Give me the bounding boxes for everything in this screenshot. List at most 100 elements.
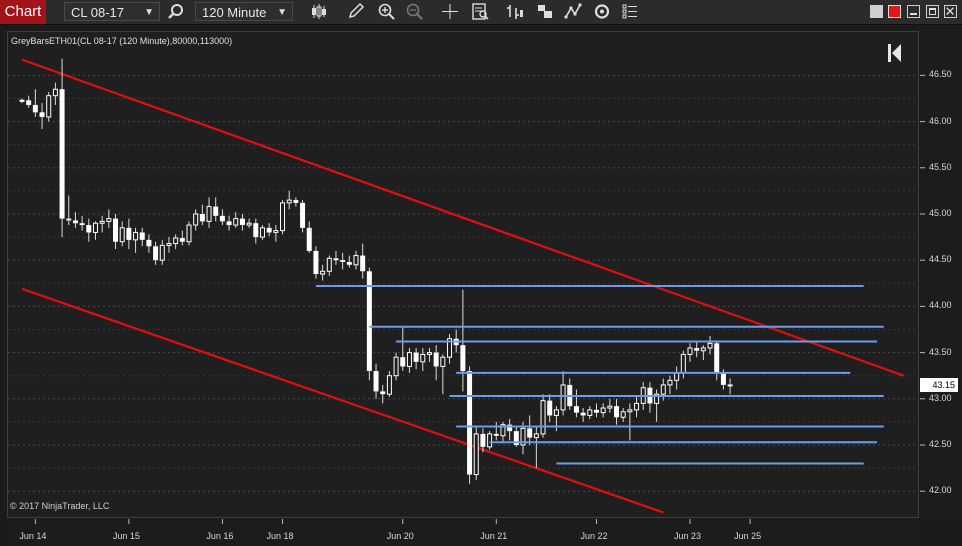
- candle-body-down: [413, 352, 419, 362]
- copyright-label: © 2017 NinjaTrader, LLC: [10, 501, 110, 511]
- candle-body-up: [353, 255, 359, 266]
- candle-body-up: [52, 88, 58, 97]
- price-tick-label: 42.00: [929, 485, 952, 496]
- candle-body-down: [460, 345, 466, 372]
- candle-body-up: [426, 352, 432, 355]
- candle-body-up: [533, 433, 539, 439]
- candle-body-up: [420, 353, 426, 363]
- candle-body-up: [600, 407, 606, 414]
- candle-body-up: [320, 270, 326, 275]
- candle-body-up: [159, 244, 165, 261]
- candle-body-down: [333, 258, 339, 261]
- price-tick-label: 46.50: [929, 69, 952, 80]
- candle-body-down: [547, 400, 553, 416]
- last-price-marker: 43.15: [920, 377, 958, 392]
- candle-body-up: [674, 372, 680, 381]
- candle-body-down: [126, 227, 132, 240]
- candle-body-down: [59, 89, 65, 219]
- candle-body-up: [106, 218, 112, 222]
- candle-body-down: [380, 391, 386, 395]
- candle-body-up: [119, 227, 125, 243]
- candle-body-up: [233, 218, 239, 226]
- candle-body-down: [199, 213, 205, 222]
- candle-body-down: [179, 237, 185, 242]
- candle-body-up: [166, 243, 172, 246]
- scroll-to-start-button[interactable]: [886, 42, 904, 64]
- candle-body-up: [553, 409, 559, 416]
- candle-body-up: [406, 352, 412, 367]
- grid-lines: [8, 74, 925, 524]
- candle-body-up: [707, 342, 713, 349]
- candle-body-up: [186, 224, 192, 243]
- candle-body-up: [99, 220, 105, 224]
- candle-body-up: [19, 99, 25, 102]
- candle-body-down: [219, 215, 225, 222]
- candle-body-up: [259, 227, 265, 238]
- candle-body-up: [620, 411, 626, 418]
- time-tick-label: Jun 14: [19, 531, 47, 541]
- time-tick-label: Jun 20: [386, 531, 414, 541]
- candle-body-down: [253, 223, 259, 238]
- candle-body-down: [26, 100, 32, 105]
- candle-body-down: [313, 250, 319, 275]
- candle-body-down: [306, 227, 312, 251]
- candles: [19, 58, 733, 484]
- candle-body-up: [680, 353, 686, 374]
- skip-to-end-icon: [888, 44, 901, 62]
- candle-body-up: [440, 356, 446, 367]
- candle-body-down: [720, 372, 726, 385]
- candle-body-down: [239, 218, 245, 226]
- candle-body-up: [627, 409, 633, 413]
- candle-body-down: [373, 371, 379, 392]
- candle-body-down: [39, 112, 45, 117]
- candle-body-up: [660, 384, 666, 395]
- candle-body-up: [246, 222, 252, 226]
- candle-body-up: [473, 433, 479, 476]
- level-lines: [315, 285, 884, 465]
- time-tick-label: Jun 21: [480, 531, 508, 541]
- candle-body-up: [133, 231, 139, 241]
- candle-body-down: [580, 412, 586, 416]
- candle-body-up: [540, 400, 546, 435]
- candle-body-up: [687, 347, 693, 355]
- price-tick-label: 45.00: [929, 207, 952, 218]
- candle-body-down: [433, 352, 439, 367]
- candle-body-down: [714, 343, 720, 373]
- candle-body-up: [326, 257, 332, 272]
- candle-body-down: [400, 357, 406, 367]
- candle-body-down: [480, 433, 486, 447]
- candle-body-up: [273, 230, 279, 233]
- candle-body-down: [467, 371, 473, 475]
- time-tick-label: Jun 23: [674, 531, 702, 541]
- time-tick-label: Jun 15: [112, 531, 140, 541]
- candle-body-up: [393, 356, 399, 377]
- price-chart: [8, 58, 925, 524]
- candle-body-down: [139, 232, 145, 240]
- candle-body-up: [386, 375, 392, 395]
- candle-body-down: [153, 246, 159, 261]
- candle-body-up: [46, 95, 52, 118]
- candle-body-down: [340, 260, 346, 263]
- candle-body-up: [173, 237, 179, 245]
- candle-body-down: [213, 206, 219, 216]
- candle-body-down: [113, 218, 119, 242]
- candle-body-down: [32, 104, 38, 113]
- candle-body-down: [66, 218, 72, 221]
- candle-body-down: [146, 239, 152, 247]
- candle-body-up: [193, 213, 199, 226]
- candle-body-down: [79, 223, 85, 226]
- time-tick-label: Jun 22: [580, 531, 608, 541]
- indicator-label: GreyBarsETH01(CL 08-17 (120 Minute),8000…: [11, 36, 233, 46]
- candle-body-down: [614, 406, 620, 418]
- candle-body-down: [300, 202, 306, 228]
- price-tick-label: 44.00: [929, 300, 952, 311]
- candle-body-down: [493, 433, 499, 436]
- price-tick-label: 42.50: [929, 438, 952, 449]
- candle-body-down: [527, 428, 533, 438]
- price-tick-label: 45.50: [929, 161, 952, 172]
- price-tick-label: 44.50: [929, 254, 952, 265]
- candle-body-down: [346, 262, 352, 265]
- price-tick-label: 43.00: [929, 392, 952, 403]
- price-tick-label: 43.50: [929, 346, 952, 357]
- candle-body-up: [607, 405, 613, 409]
